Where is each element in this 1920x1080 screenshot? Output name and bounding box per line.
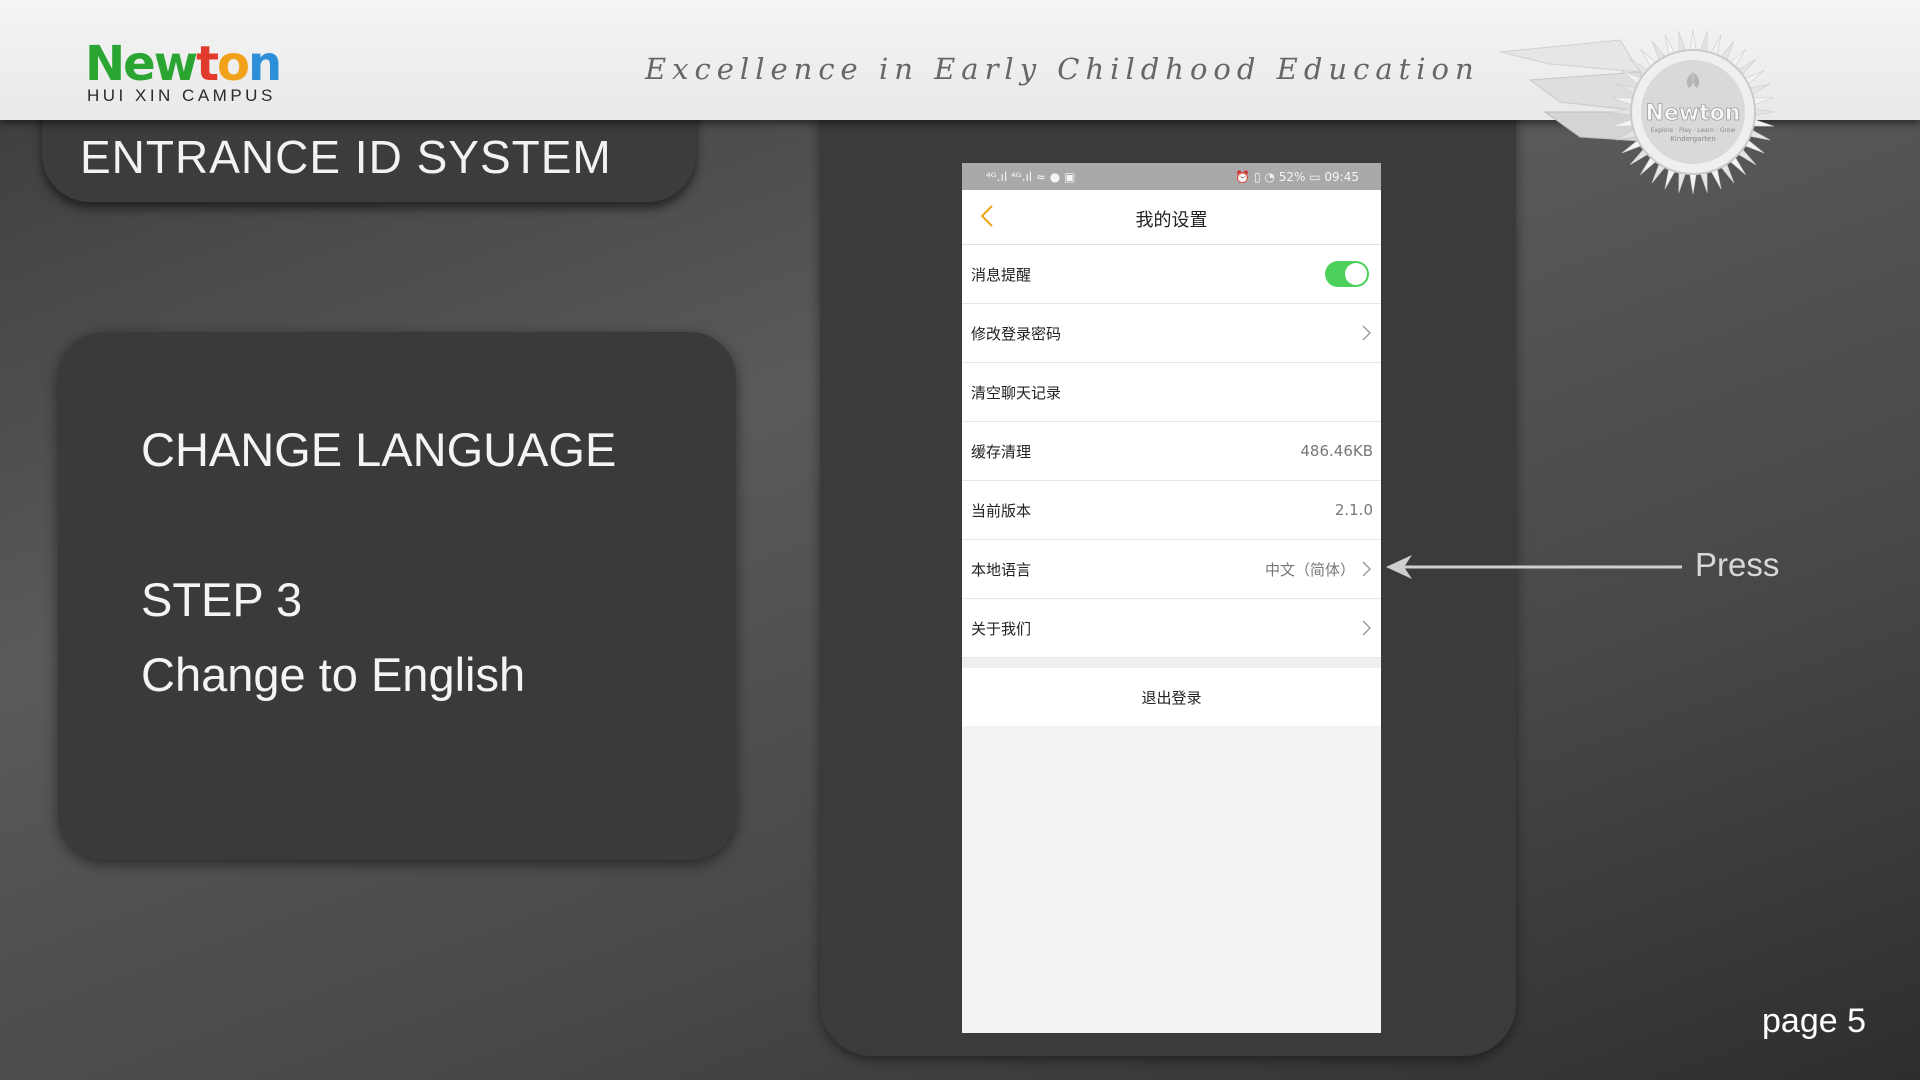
newton-logo: Newton HUI XIN CAMPUS — [85, 40, 282, 106]
setting-label: 本地语言 — [971, 560, 1032, 579]
logo-campus-name: HUI XIN CAMPUS — [87, 86, 276, 105]
notification-toggle[interactable] — [1325, 261, 1369, 287]
setting-row-clear-chat[interactable]: 清空聊天记录 — [962, 363, 1381, 422]
press-callout: Press — [1695, 546, 1780, 583]
pointer-arrow-icon — [1386, 555, 1682, 579]
page-number: page 5 — [1762, 1002, 1866, 1040]
phone-screenshot: ⁴ᴳ.ıl ⁴ᴳ.ıl ≈ ● ▣ ⏰ ▯ ◔ 52% ▭ 09:45 我的设置… — [962, 163, 1381, 1033]
step-instruction: Change to English — [141, 648, 526, 701]
section-gap — [962, 658, 1381, 668]
logout-button[interactable]: 退出登录 — [962, 668, 1381, 726]
logo-letter: w — [153, 36, 198, 92]
badge-subtitle: Kindergarten — [1670, 135, 1716, 143]
chevron-right-icon — [1362, 561, 1371, 577]
setting-label: 清空聊天记录 — [971, 383, 1062, 402]
setting-row-change-password[interactable]: 修改登录密码 — [962, 304, 1381, 363]
version-value: 2.1.0 — [1334, 501, 1373, 519]
tagline: Excellence in Early Childhood Education — [645, 52, 1480, 86]
logo-letter: N — [85, 36, 125, 92]
app-navbar: 我的设置 — [962, 190, 1381, 245]
setting-row-notifications[interactable]: 消息提醒 — [962, 245, 1381, 304]
logo-letter: t — [196, 36, 219, 92]
setting-row-about[interactable]: 关于我们 — [962, 599, 1381, 658]
step-label: STEP 3 — [141, 573, 303, 626]
logo-letter: e — [123, 36, 156, 92]
badge-title: Newton — [1646, 101, 1741, 126]
chevron-right-icon — [1362, 325, 1371, 341]
setting-label: 当前版本 — [971, 501, 1032, 520]
badge-motto: Explore · Play · Learn · Grow — [1651, 127, 1736, 134]
cache-size-value: 486.46KB — [1300, 442, 1373, 460]
logo-wordmark: Newton — [85, 40, 282, 88]
language-value: 中文（简体） — [1264, 560, 1355, 579]
status-bar: ⁴ᴳ.ıl ⁴ᴳ.ıl ≈ ● ▣ ⏰ ▯ ◔ 52% ▭ 09:45 — [962, 163, 1381, 190]
instruction-heading: CHANGE LANGUAGE — [141, 423, 617, 476]
settings-title: 我的设置 — [1135, 210, 1208, 231]
chevron-right-icon — [1362, 620, 1371, 636]
setting-row-language[interactable]: 本地语言 中文（简体） — [962, 540, 1381, 599]
setting-row-cache[interactable]: 缓存清理 486.46KB — [962, 422, 1381, 481]
setting-label: 消息提醒 — [971, 265, 1032, 284]
status-left-icons: ⁴ᴳ.ıl ⁴ᴳ.ıl ≈ ● ▣ — [986, 169, 1076, 184]
instruction-card: CHANGE LANGUAGE STEP 3 Change to English — [58, 332, 736, 860]
setting-row-version: 当前版本 2.1.0 — [962, 481, 1381, 540]
section-title: ENTRANCE ID SYSTEM — [80, 131, 612, 183]
setting-label: 修改登录密码 — [971, 324, 1062, 343]
logo-letter: n — [248, 36, 282, 92]
setting-label: 缓存清理 — [971, 442, 1032, 461]
status-right-info: ⏰ ▯ ◔ 52% ▭ 09:45 — [1235, 169, 1359, 184]
setting-label: 关于我们 — [971, 619, 1032, 638]
kindergarten-badge: Newton Explore · Play · Learn · Grow Kin… — [1499, 29, 1776, 195]
logo-letter: o — [217, 36, 250, 92]
